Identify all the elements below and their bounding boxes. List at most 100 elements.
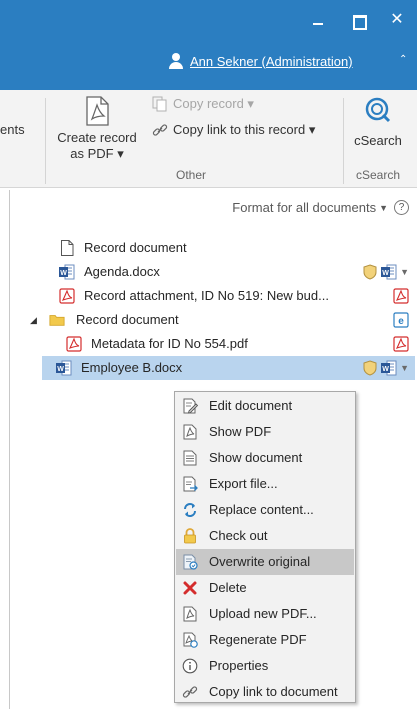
svg-text:e: e [398, 316, 404, 327]
pdf-outline-icon [86, 96, 109, 126]
csearch-label: cSearch [354, 133, 402, 148]
tree-item-actions: e [389, 312, 409, 328]
menu-item-show-pdf[interactable]: Show PDF [176, 419, 354, 445]
collapse-icon[interactable]: ◢ [30, 315, 37, 326]
tree-item-label: Agenda.docx [84, 264, 160, 279]
tree-item[interactable]: Record attachment, ID No 519: New bud... [10, 284, 415, 308]
menu-item-label: Check out [209, 528, 268, 543]
svg-text:W: W [382, 270, 389, 277]
word-document-icon: W [56, 360, 72, 376]
csearch-icon [365, 97, 391, 123]
menu-item-delete[interactable]: Delete [176, 575, 354, 601]
create-record-pdf-button[interactable]: Create record as PDF ▾ [52, 96, 142, 162]
tree-item-label: Record attachment, ID No 519: New bud... [84, 288, 329, 303]
copy-link-record-button[interactable]: Copy link to this record ▾ [152, 122, 315, 138]
menu-item-label: Overwrite original [209, 554, 311, 569]
svg-text:W: W [382, 366, 389, 373]
svg-text:W: W [57, 366, 64, 373]
word-document-icon[interactable]: W [381, 264, 397, 280]
user-menu[interactable]: Ann Sekner (Administration) [168, 51, 353, 71]
format-all-documents-dropdown[interactable]: Format for all documents ▼ ? [232, 200, 409, 215]
dropdown-arrow-icon: ▼ [379, 202, 388, 213]
ribbon-partial-button[interactable]: ents [0, 122, 25, 137]
document-icon [183, 450, 197, 466]
context-menu: Edit document Show PDF Show document Exp… [174, 391, 356, 703]
menu-item-label: Replace content... [209, 502, 314, 517]
dropdown-arrow-icon[interactable]: ▼ [400, 267, 409, 277]
maximize-button[interactable] [350, 12, 367, 30]
create-record-pdf-label-2: as PDF ▾ [70, 146, 124, 161]
link-icon [182, 686, 198, 698]
collapse-ribbon-button[interactable]: ⌃ [399, 55, 409, 65]
regenerate-pdf-icon [183, 632, 198, 648]
lock-icon [184, 528, 196, 544]
overwrite-icon [183, 554, 198, 570]
shield-icon [363, 264, 377, 280]
menu-item-label: Edit document [209, 398, 293, 413]
menu-item-label: Export file... [209, 476, 278, 491]
csearch-button[interactable]: cSearch [348, 96, 408, 148]
tree-item-actions [389, 288, 409, 304]
tree-item-selected[interactable]: W Employee B.docx W ▼ [42, 356, 415, 380]
dropdown-arrow-icon[interactable]: ▼ [400, 363, 409, 373]
menu-item-check-out[interactable]: Check out [176, 523, 354, 549]
replace-icon [184, 503, 196, 517]
ribbon-separator [45, 98, 46, 184]
folder-icon [49, 315, 65, 326]
copy-record-button[interactable]: Copy record ▾ [152, 96, 254, 112]
svg-text:W: W [60, 270, 67, 277]
menu-item-label: Copy link to document [209, 684, 338, 699]
menu-item-replace-content[interactable]: Replace content... [176, 497, 354, 523]
menu-item-label: Properties [209, 658, 269, 673]
minimize-button[interactable] [310, 12, 326, 28]
tree-item-label: Employee B.docx [81, 360, 183, 375]
user-icon [168, 53, 184, 69]
create-record-pdf-label: Create record [57, 130, 137, 145]
help-icon[interactable]: ? [394, 200, 409, 215]
menu-item-export-file[interactable]: Export file... [176, 471, 354, 497]
tree-item[interactable]: ◢ Record document e [10, 308, 415, 332]
tree-item[interactable]: W Agenda.docx W ▼ [10, 260, 415, 284]
ribbon-separator [343, 98, 344, 184]
copy-record-label: Copy record ▾ [173, 96, 254, 111]
menu-item-edit-document[interactable]: Edit document [176, 393, 354, 419]
menu-item-copy-link-document[interactable]: Copy link to document [176, 679, 354, 705]
group-label-csearch: cSearch [356, 168, 401, 182]
tree-item-actions: W ▼ [359, 360, 409, 376]
word-document-icon: W [59, 264, 75, 280]
menu-item-label: Upload new PDF... [209, 606, 317, 621]
word-document-icon[interactable]: W [381, 360, 397, 376]
tree-item-label: Metadata for ID No 554.pdf [91, 336, 248, 351]
tree-item[interactable]: Record document [10, 236, 415, 260]
menu-item-overwrite-original[interactable]: Overwrite original [176, 549, 354, 575]
tree-item-actions: W ▼ [359, 264, 409, 280]
group-label-other: Other [176, 168, 207, 182]
link-icon [152, 124, 168, 136]
pdf-icon[interactable] [393, 288, 409, 304]
title-bar: ✕ Ann Sekner (Administration) ⌃ [0, 0, 417, 90]
blank-document-icon [61, 240, 74, 256]
ie-document-icon[interactable]: e [393, 312, 409, 328]
format-label: Format for all documents [232, 200, 377, 215]
tree-item-label: Record document [84, 240, 187, 255]
tree-item[interactable]: Metadata for ID No 554.pdf [10, 332, 415, 356]
copy-link-record-label: Copy link to this record ▾ [173, 122, 316, 137]
menu-item-upload-new-pdf[interactable]: Upload new PDF... [176, 601, 354, 627]
ribbon: ents Create record as PDF ▾ Copy record … [0, 90, 417, 188]
menu-item-show-document[interactable]: Show document [176, 445, 354, 471]
menu-item-regenerate-pdf[interactable]: Regenerate PDF [176, 627, 354, 653]
menu-item-label: Show PDF [209, 424, 272, 439]
shield-icon [363, 360, 377, 376]
user-name-link[interactable]: Ann Sekner (Administration) [190, 54, 353, 69]
close-button[interactable]: ✕ [389, 12, 405, 28]
pdf-icon[interactable] [393, 336, 409, 352]
menu-item-properties[interactable]: Properties [176, 653, 354, 679]
tree-item-actions [389, 336, 409, 352]
pdf-icon [66, 336, 82, 352]
menu-item-label: Show document [209, 450, 303, 465]
copy-icon [152, 96, 167, 112]
menu-item-label: Regenerate PDF [209, 632, 307, 647]
upload-pdf-icon [183, 606, 197, 622]
info-icon [182, 658, 198, 674]
pdf-icon [59, 288, 75, 304]
